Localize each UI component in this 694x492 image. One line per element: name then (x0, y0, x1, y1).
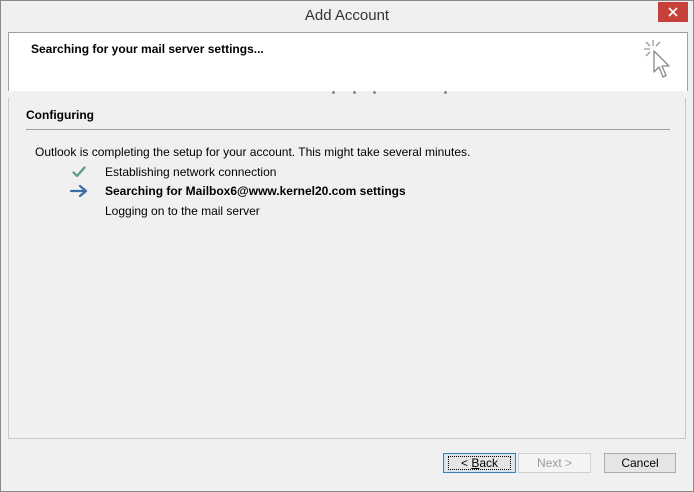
progress-dot (444, 91, 447, 94)
section-divider (26, 129, 670, 130)
configuring-section: Configuring Outlook is completing the se… (8, 98, 686, 438)
window-title: Add Account (304, 7, 390, 24)
wizard-heading: Searching for your mail server settings.… (31, 42, 264, 56)
progress-indicator (8, 90, 688, 96)
back-button-label: < Back (447, 456, 512, 470)
footer-divider (8, 438, 686, 439)
check-icon (69, 164, 89, 180)
intro-text: Outlook is completing the setup for your… (35, 145, 471, 159)
step-searching-settings: Searching for Mailbox6@www.kernel20.com … (69, 182, 406, 200)
progress-dot (332, 91, 335, 94)
next-button[interactable]: Next > (518, 453, 591, 473)
wizard-header: Searching for your mail server settings.… (8, 32, 688, 91)
title-bar[interactable]: Add Account (1, 1, 693, 31)
step-label: Searching for Mailbox6@www.kernel20.com … (105, 184, 406, 198)
add-account-dialog: Add Account Searching for your mail serv… (0, 0, 694, 492)
step-establishing-connection: Establishing network connection (69, 163, 276, 181)
step-label: Establishing network connection (105, 165, 277, 179)
arrow-right-icon (69, 183, 89, 199)
progress-dot (353, 91, 356, 94)
close-button[interactable] (658, 2, 688, 22)
cancel-button[interactable]: Cancel (604, 453, 676, 473)
step-label: Logging on to the mail server (105, 204, 260, 218)
step-logging-on: Logging on to the mail server (69, 202, 260, 220)
progress-dot (373, 91, 376, 94)
back-button[interactable]: < Back (443, 453, 516, 473)
section-title: Configuring (26, 108, 94, 122)
cursor-sparkle-icon (644, 40, 670, 78)
close-icon (668, 7, 678, 17)
